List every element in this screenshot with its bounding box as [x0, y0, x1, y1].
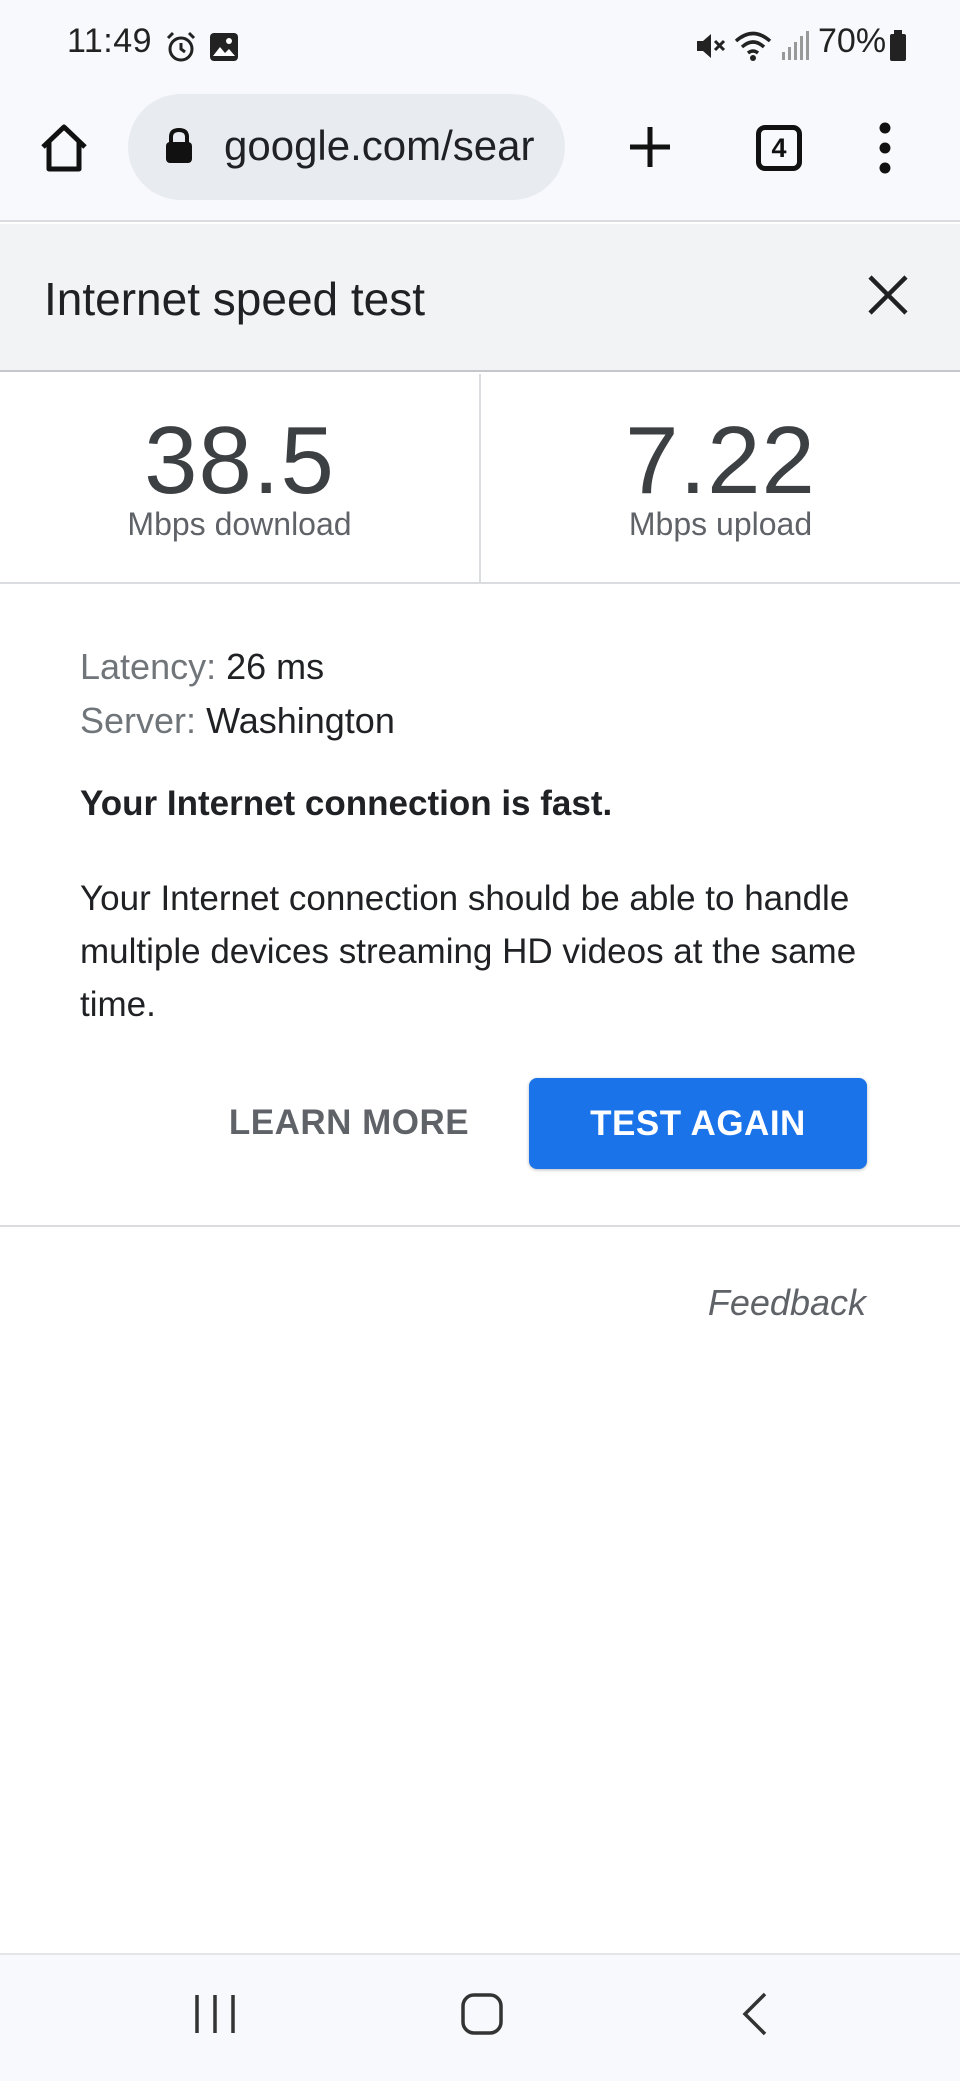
system-nav-bar	[0, 1953, 960, 2081]
test-details: Latency: 26 ms Server: Washington	[80, 640, 900, 748]
latency-label: Latency:	[80, 646, 217, 687]
browser-toolbar: google.com/sear 4	[0, 92, 960, 222]
tab-switcher-icon[interactable]: 4	[756, 125, 802, 171]
latency-line: Latency: 26 ms	[80, 640, 900, 694]
wifi-icon	[734, 31, 772, 61]
address-bar[interactable]: google.com/sear	[128, 94, 565, 200]
test-again-button[interactable]: TEST AGAIN	[529, 1078, 867, 1169]
battery-icon	[890, 30, 906, 61]
upload-unit: Mbps upload	[628, 506, 813, 542]
status-bar: 11:49 70%	[0, 0, 960, 92]
home-nav-icon[interactable]	[459, 1991, 505, 2037]
mute-icon	[697, 34, 726, 58]
plus-icon[interactable]	[627, 124, 673, 170]
status-time: 11:49	[67, 22, 153, 60]
more-vert-icon[interactable]	[876, 122, 894, 174]
url-text: google.com/sear	[224, 122, 535, 169]
upload-result: 7.22 Mbps upload	[481, 374, 960, 584]
close-icon[interactable]	[864, 271, 912, 319]
server-value: Washington	[206, 700, 395, 741]
speed-results: 38.5 Mbps download 7.22 Mbps upload	[0, 374, 960, 584]
alarm-icon	[166, 31, 196, 62]
battery-percent: 70%	[818, 22, 887, 60]
learn-more-button[interactable]: LEARN MORE	[214, 1078, 484, 1168]
latency-value: 26 ms	[226, 646, 325, 687]
lock-icon	[166, 127, 192, 163]
signal-icon	[782, 31, 809, 60]
server-label: Server:	[80, 700, 197, 741]
home-icon[interactable]	[38, 122, 90, 174]
gallery-icon	[210, 33, 238, 61]
upload-value: 7.22	[625, 407, 816, 514]
connection-description: Your Internet connection should be able …	[80, 879, 857, 1024]
screen: 11:49 70% google.com/sear 4 Internet spe…	[0, 0, 960, 2081]
recent-apps-icon[interactable]	[192, 1991, 238, 2037]
server-line: Server: Washington	[80, 694, 900, 748]
download-unit: Mbps download	[127, 506, 352, 542]
back-icon[interactable]	[737, 1991, 771, 2037]
download-value: 38.5	[144, 407, 335, 514]
connection-summary: Your Internet connection is fast.	[80, 784, 613, 823]
card-divider	[0, 1225, 960, 1227]
speed-test-header: Internet speed test	[0, 224, 960, 372]
feedback-link[interactable]: Feedback	[708, 1282, 866, 1324]
speed-test-title: Internet speed test	[44, 273, 426, 325]
download-result: 38.5 Mbps download	[0, 374, 479, 584]
